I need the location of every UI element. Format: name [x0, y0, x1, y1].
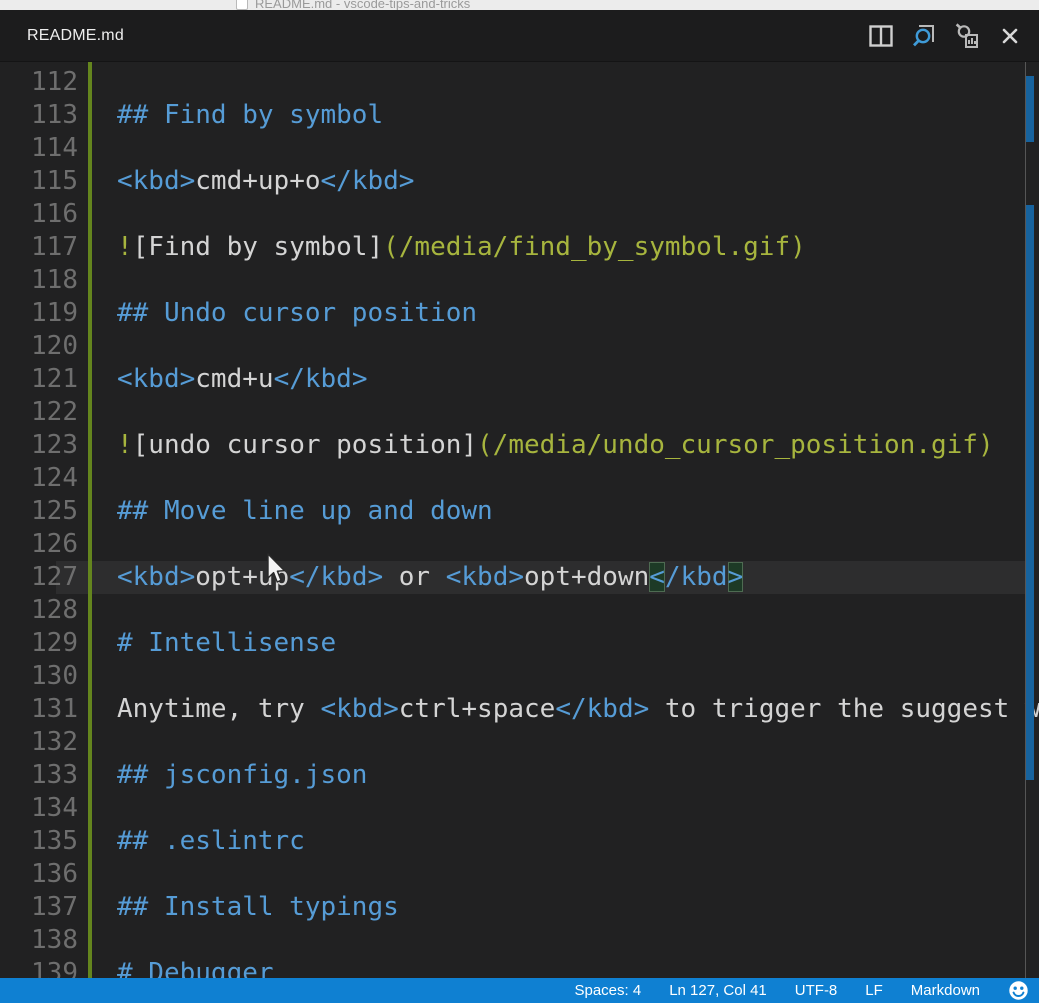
line-number: 133 — [0, 759, 78, 792]
window-title: README.md - vscode-tips-and-tricks — [255, 0, 470, 10]
code-text: ![undo cursor position](/media/undo_curs… — [117, 429, 994, 462]
code-line[interactable]: 139 # Debugger — [0, 957, 1039, 978]
code-line[interactable]: 122 — [0, 396, 1039, 429]
code-line[interactable]: 118 — [0, 264, 1039, 297]
overview-ruler-mark — [1026, 205, 1034, 780]
line-number: 137 — [0, 891, 78, 924]
code-line[interactable]: 124 — [0, 462, 1039, 495]
code-line[interactable]: 117 ![Find by symbol](/media/find_by_symb… — [0, 231, 1039, 264]
code-line[interactable]: 126 — [0, 528, 1039, 561]
status-bar: Spaces: 4 Ln 127, Col 41 UTF-8 LF Markdown — [0, 978, 1039, 1003]
line-number: 122 — [0, 396, 78, 429]
code-line[interactable]: 121 <kbd>cmd+u</kbd> — [0, 363, 1039, 396]
code-line[interactable]: 132 — [0, 726, 1039, 759]
line-number: 130 — [0, 660, 78, 693]
line-number: 134 — [0, 792, 78, 825]
code-text: <kbd>cmd+up+o</kbd> — [117, 165, 414, 198]
code-line[interactable]: 113 ## Find by symbol — [0, 99, 1039, 132]
status-item[interactable]: Markdown — [911, 982, 980, 999]
status-item[interactable]: LF — [865, 982, 883, 999]
line-number: 127 — [0, 561, 78, 594]
code-text: ## Undo cursor position — [117, 297, 477, 330]
line-number: 120 — [0, 330, 78, 363]
line-number: 117 — [0, 231, 78, 264]
line-number: 118 — [0, 264, 78, 297]
editor-title-bar: README.md — [0, 10, 1039, 62]
code-line[interactable]: 135 ## .eslintrc — [0, 825, 1039, 858]
code-line[interactable]: 130 — [0, 660, 1039, 693]
code-line[interactable]: 115 <kbd>cmd+up+o</kbd> — [0, 165, 1039, 198]
line-number: 119 — [0, 297, 78, 330]
code-text: <kbd>cmd+u</kbd> — [117, 363, 367, 396]
line-number: 124 — [0, 462, 78, 495]
file-title: README.md — [27, 27, 124, 45]
line-number: 138 — [0, 924, 78, 957]
code-text: ## jsconfig.json — [117, 759, 367, 792]
line-number: 128 — [0, 594, 78, 627]
macos-titlebar: README.md - vscode-tips-and-tricks — [0, 0, 1039, 10]
status-item[interactable]: Spaces: 4 — [574, 982, 641, 999]
code-text: ![Find by symbol](/media/find_by_symbol.… — [117, 231, 806, 264]
line-number: 115 — [0, 165, 78, 198]
code-text: # Intellisense — [117, 627, 336, 660]
code-text: Anytime, try <kbd>ctrl+space</kbd> to tr… — [117, 693, 1039, 726]
code-text: <kbd>opt+up</kbd> or <kbd>opt+down</kbd> — [117, 561, 743, 594]
line-number: 135 — [0, 825, 78, 858]
line-number: 129 — [0, 627, 78, 660]
code-line[interactable]: 119 ## Undo cursor position — [0, 297, 1039, 330]
code-text: ## Move line up and down — [117, 495, 493, 528]
code-text: ## Find by symbol — [117, 99, 383, 132]
line-number: 136 — [0, 858, 78, 891]
line-number: 139 — [0, 957, 78, 978]
editor-pane[interactable]: 112113 ## Find by symbol 114115 <kbd>cmd+up… — [0, 62, 1039, 978]
status-items: Spaces: 4 Ln 127, Col 41 UTF-8 LF Markdown — [574, 982, 980, 999]
code-line[interactable]: 134 — [0, 792, 1039, 825]
document-icon — [236, 0, 248, 10]
line-number: 132 — [0, 726, 78, 759]
git-added-indicator — [88, 62, 92, 978]
line-number: 131 — [0, 693, 78, 726]
line-number: 114 — [0, 132, 78, 165]
code-line[interactable]: 123 ![undo cursor position](/media/undo_c… — [0, 429, 1039, 462]
overview-ruler-mark — [1026, 76, 1034, 142]
code-line[interactable]: 137 ## Install typings — [0, 891, 1039, 924]
code-line[interactable]: 131 Anytime, try <kbd>ctrl+space</kbd> to… — [0, 693, 1039, 726]
code-line[interactable]: 120 — [0, 330, 1039, 363]
status-item[interactable]: Ln 127, Col 41 — [669, 982, 767, 999]
code-line[interactable]: 112 — [0, 66, 1039, 99]
code-text: # Debugger — [117, 957, 274, 978]
code-text: ## Install typings — [117, 891, 399, 924]
code-line[interactable]: 125 ## Move line up and down — [0, 495, 1039, 528]
line-number: 126 — [0, 528, 78, 561]
code-line[interactable]: 128 — [0, 594, 1039, 627]
code-line[interactable]: 114 — [0, 132, 1039, 165]
code-line[interactable]: 133 ## jsconfig.json — [0, 759, 1039, 792]
line-number: 121 — [0, 363, 78, 396]
code-text: ## .eslintrc — [117, 825, 305, 858]
feedback-smiley-icon[interactable] — [1008, 980, 1029, 1001]
code-line[interactable]: 116 — [0, 198, 1039, 231]
line-number: 125 — [0, 495, 78, 528]
line-number: 123 — [0, 429, 78, 462]
open-preview-icon[interactable] — [911, 23, 937, 49]
code-lines: 112113 ## Find by symbol 114115 <kbd>cmd+up… — [0, 66, 1039, 978]
line-number: 113 — [0, 99, 78, 132]
code-line[interactable]: 129 # Intellisense — [0, 627, 1039, 660]
line-number: 112 — [0, 66, 78, 99]
code-line[interactable]: 136 — [0, 858, 1039, 891]
code-line[interactable]: 138 — [0, 924, 1039, 957]
close-icon[interactable] — [997, 23, 1023, 49]
status-item[interactable]: UTF-8 — [795, 982, 838, 999]
split-editor-icon[interactable] — [868, 23, 894, 49]
preview-source-icon[interactable] — [954, 23, 980, 49]
line-number: 116 — [0, 198, 78, 231]
editor-actions — [868, 23, 1039, 49]
code-line[interactable]: 127 <kbd>opt+up</kbd> or <kbd>opt+down</k… — [0, 561, 1039, 594]
